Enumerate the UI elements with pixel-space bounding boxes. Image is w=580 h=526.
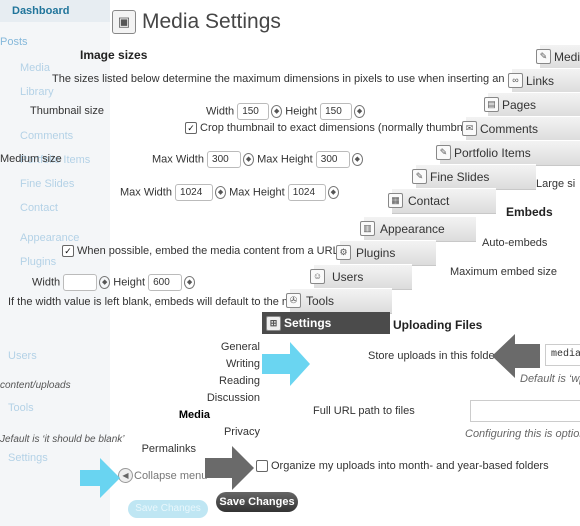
ghost-save-button: Save Changes — [128, 500, 208, 518]
grey-arrow-store-folder — [492, 334, 540, 378]
cyan-arrow-collapse — [80, 458, 120, 498]
cyan-arrow-writing — [262, 342, 310, 386]
grey-arrow-organize — [205, 446, 254, 490]
annotation-arrows — [80, 334, 540, 498]
save-changes-button[interactable]: Save Changes — [216, 492, 298, 512]
